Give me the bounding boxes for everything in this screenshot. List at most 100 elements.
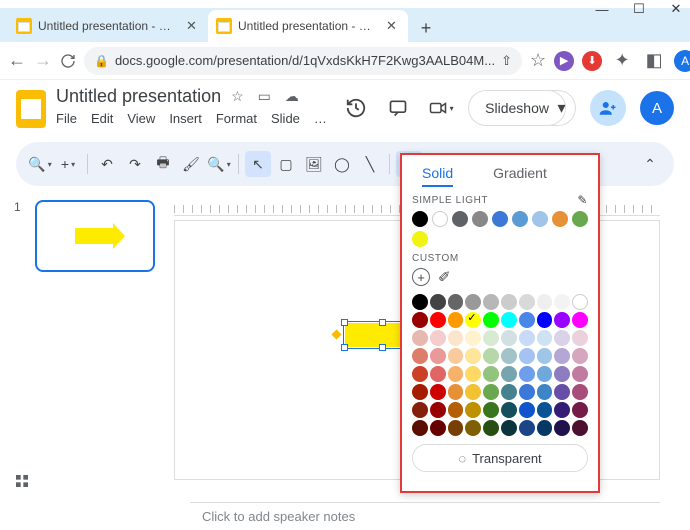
shape-icon[interactable]: ◯ bbox=[329, 151, 355, 177]
extensions-puzzle-icon[interactable]: ✦ bbox=[610, 49, 634, 73]
url-input[interactable]: 🔒 docs.google.com/presentation/d/1qVxdsK… bbox=[84, 47, 522, 75]
menu-file[interactable]: File bbox=[56, 111, 77, 126]
color-swatch[interactable] bbox=[430, 366, 446, 382]
add-custom-color-icon[interactable]: + bbox=[412, 268, 430, 286]
color-swatch[interactable] bbox=[537, 330, 553, 346]
document-title[interactable]: Untitled presentation bbox=[56, 86, 221, 107]
color-swatch[interactable] bbox=[483, 312, 499, 328]
color-swatch[interactable] bbox=[412, 330, 428, 346]
color-swatch[interactable] bbox=[430, 312, 446, 328]
color-swatch[interactable] bbox=[501, 348, 517, 364]
grid-view-icon[interactable] bbox=[14, 473, 30, 489]
color-swatch[interactable] bbox=[572, 420, 588, 436]
color-swatch[interactable] bbox=[448, 366, 464, 382]
history-icon[interactable] bbox=[342, 94, 370, 122]
color-swatch[interactable] bbox=[554, 312, 570, 328]
color-swatch[interactable] bbox=[448, 420, 464, 436]
color-swatch[interactable] bbox=[519, 384, 535, 400]
color-swatch[interactable] bbox=[572, 402, 588, 418]
color-swatch[interactable] bbox=[537, 402, 553, 418]
color-swatch[interactable] bbox=[532, 211, 548, 227]
extension-icon[interactable]: ▶ bbox=[554, 51, 574, 71]
color-swatch[interactable] bbox=[412, 294, 428, 310]
cloud-status-icon[interactable]: ☁ bbox=[285, 88, 299, 105]
speaker-notes[interactable]: Click to add speaker notes bbox=[190, 502, 660, 530]
color-swatch[interactable] bbox=[554, 420, 570, 436]
color-swatch[interactable] bbox=[572, 348, 588, 364]
color-swatch[interactable] bbox=[537, 312, 553, 328]
menu-slide[interactable]: Slide bbox=[271, 111, 300, 126]
tab-solid[interactable]: Solid bbox=[422, 165, 453, 187]
color-swatch[interactable] bbox=[430, 384, 446, 400]
line-icon[interactable]: ╲ bbox=[357, 151, 383, 177]
window-close[interactable]: ✕ bbox=[670, 3, 682, 15]
color-swatch[interactable] bbox=[537, 384, 553, 400]
color-swatch[interactable] bbox=[432, 211, 448, 227]
back-button[interactable]: ← bbox=[8, 49, 26, 73]
color-swatch[interactable] bbox=[501, 330, 517, 346]
reload-button[interactable] bbox=[60, 49, 76, 73]
eyedropper-icon[interactable]: ✐ bbox=[438, 268, 451, 286]
share-button[interactable] bbox=[590, 90, 626, 126]
tab-close-icon[interactable]: ✕ bbox=[386, 18, 400, 34]
color-swatch[interactable] bbox=[430, 420, 446, 436]
color-swatch[interactable] bbox=[412, 231, 428, 247]
color-swatch[interactable] bbox=[483, 402, 499, 418]
color-swatch[interactable] bbox=[483, 384, 499, 400]
browser-profile-avatar[interactable]: A bbox=[674, 50, 690, 72]
window-minimize[interactable]: — bbox=[596, 3, 608, 15]
menu-edit[interactable]: Edit bbox=[91, 111, 113, 126]
move-doc-icon[interactable]: ▭ bbox=[258, 88, 271, 105]
select-tool-icon[interactable]: ↖ bbox=[245, 151, 271, 177]
print-icon[interactable]: 🖶 bbox=[150, 151, 176, 177]
color-swatch[interactable] bbox=[501, 384, 517, 400]
color-swatch[interactable] bbox=[483, 366, 499, 382]
color-swatch[interactable] bbox=[519, 348, 535, 364]
color-swatch[interactable] bbox=[492, 211, 508, 227]
color-swatch[interactable] bbox=[465, 312, 481, 328]
color-swatch[interactable] bbox=[519, 312, 535, 328]
color-swatch[interactable] bbox=[483, 330, 499, 346]
meet-icon[interactable]: ▾ bbox=[426, 94, 454, 122]
color-swatch[interactable] bbox=[430, 294, 446, 310]
color-swatch[interactable] bbox=[572, 294, 588, 310]
forward-button[interactable]: → bbox=[34, 49, 52, 73]
color-swatch[interactable] bbox=[537, 420, 553, 436]
color-swatch[interactable] bbox=[412, 384, 428, 400]
color-swatch[interactable] bbox=[430, 402, 446, 418]
color-swatch[interactable] bbox=[448, 294, 464, 310]
textbox-icon[interactable]: ▢ bbox=[273, 151, 299, 177]
star-doc-icon[interactable]: ☆ bbox=[231, 88, 244, 105]
undo-icon[interactable]: ↶ bbox=[94, 151, 120, 177]
color-swatch[interactable] bbox=[465, 420, 481, 436]
color-swatch[interactable] bbox=[572, 384, 588, 400]
transparent-button[interactable]: ◌ Transparent bbox=[412, 444, 588, 472]
color-swatch[interactable] bbox=[554, 384, 570, 400]
color-swatch[interactable] bbox=[501, 312, 517, 328]
color-swatch[interactable] bbox=[554, 402, 570, 418]
edit-theme-colors-icon[interactable]: ✎ bbox=[577, 193, 588, 207]
color-swatch[interactable] bbox=[430, 348, 446, 364]
menu-view[interactable]: View bbox=[127, 111, 155, 126]
color-swatch[interactable] bbox=[483, 294, 499, 310]
star-icon[interactable]: ☆ bbox=[530, 49, 546, 73]
color-swatch[interactable] bbox=[512, 211, 528, 227]
color-swatch[interactable] bbox=[537, 366, 553, 382]
slides-logo-icon[interactable] bbox=[16, 90, 46, 128]
color-swatch[interactable] bbox=[572, 366, 588, 382]
color-swatch[interactable] bbox=[448, 402, 464, 418]
color-swatch[interactable] bbox=[430, 330, 446, 346]
menu-insert[interactable]: Insert bbox=[169, 111, 202, 126]
color-swatch[interactable] bbox=[501, 420, 517, 436]
color-swatch[interactable] bbox=[412, 312, 428, 328]
color-swatch[interactable] bbox=[465, 402, 481, 418]
color-swatch[interactable] bbox=[465, 384, 481, 400]
color-swatch[interactable] bbox=[519, 402, 535, 418]
redo-icon[interactable]: ↷ bbox=[122, 151, 148, 177]
color-swatch[interactable] bbox=[519, 294, 535, 310]
color-swatch[interactable] bbox=[572, 330, 588, 346]
color-swatch[interactable] bbox=[537, 294, 553, 310]
color-swatch[interactable] bbox=[501, 402, 517, 418]
browser-tab-active[interactable]: Untitled presentation - Google S ✕ bbox=[208, 10, 408, 42]
color-swatch[interactable] bbox=[412, 420, 428, 436]
